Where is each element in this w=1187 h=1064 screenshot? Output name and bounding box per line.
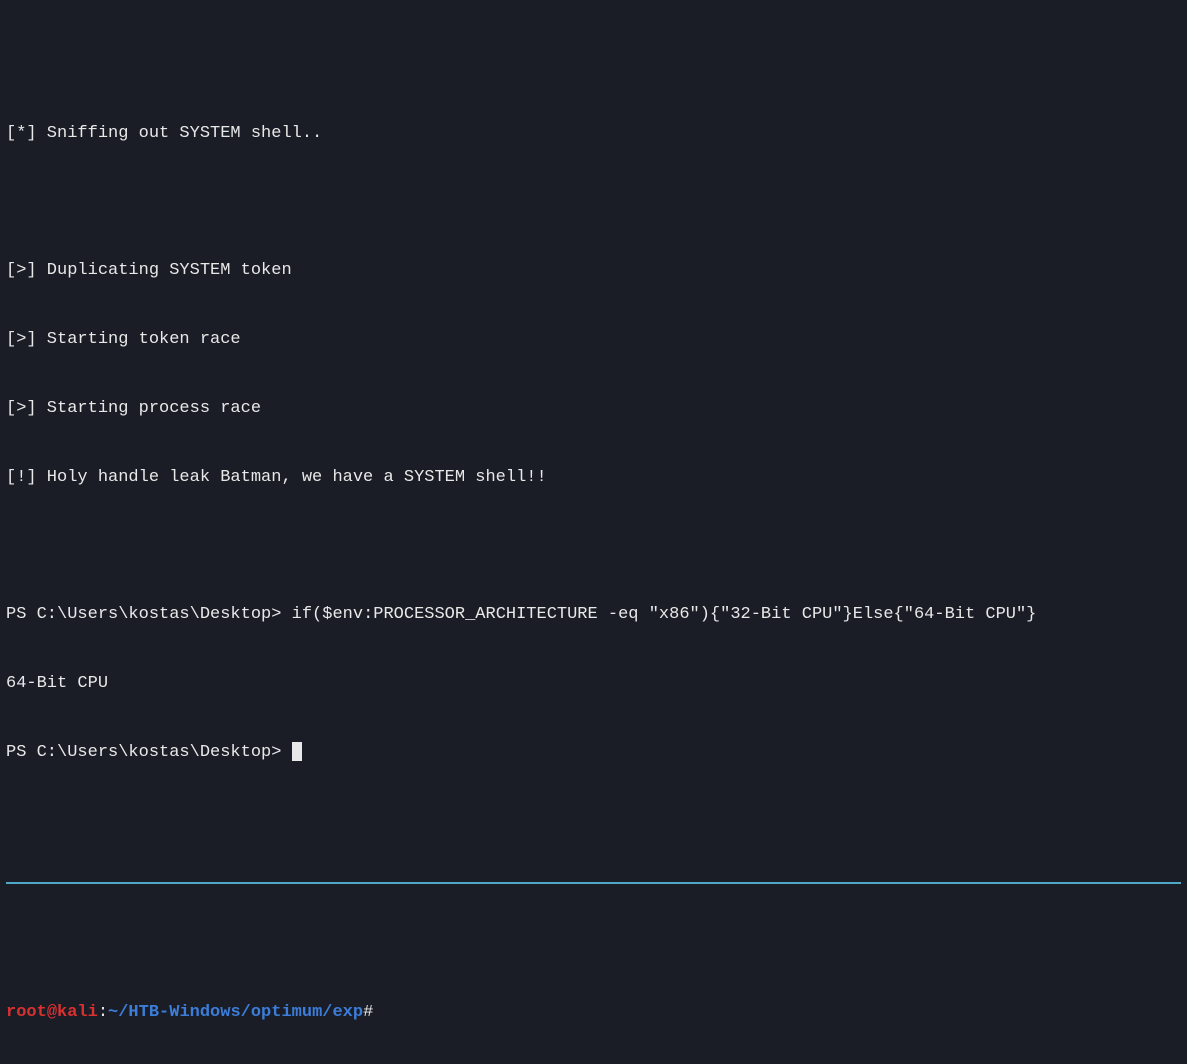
ps-command: if($env:PROCESSOR_ARCHITECTURE -eq "x86"… [292,605,1037,624]
ps-prompt-line[interactable]: PS C:\Users\kostas\Desktop> [6,742,1181,765]
output-line: [>] Starting token race [6,329,1181,352]
cursor-icon [292,742,302,761]
output-line: [*] Sniffing out SYSTEM shell.. [6,123,1181,146]
prompt-user: root [6,1003,47,1022]
output-line [6,536,1181,559]
pane-top: [*] Sniffing out SYSTEM shell.. [>] Dupl… [6,77,1181,811]
output-line: [>] Starting process race [6,398,1181,421]
output-line: 64-Bit CPU [6,673,1181,696]
output-line: [!] Holy handle leak Batman, we have a S… [6,467,1181,490]
prompt-path: ~/HTB-Windows/optimum/exp [108,1003,363,1022]
prompt-at: @ [47,1003,57,1022]
pane-divider[interactable] [6,882,1181,884]
ps-prompt-line: PS C:\Users\kostas\Desktop> if($env:PROC… [6,604,1181,627]
terminal-container[interactable]: [*] Sniffing out SYSTEM shell.. [>] Dupl… [0,0,1187,1064]
output-line: [>] Duplicating SYSTEM token [6,260,1181,283]
pane-bottom: root@kali:~/HTB-Windows/optimum/exp# roo… [6,956,1181,1064]
kali-prompt-line: root@kali:~/HTB-Windows/optimum/exp# [6,1002,1181,1025]
prompt-hash: # [363,1003,373,1022]
prompt-colon: : [98,1003,108,1022]
prompt-host: kali [57,1003,98,1022]
ps-prompt: PS C:\Users\kostas\Desktop> [6,743,292,762]
ps-prompt: PS C:\Users\kostas\Desktop> [6,605,292,624]
output-line [6,192,1181,215]
